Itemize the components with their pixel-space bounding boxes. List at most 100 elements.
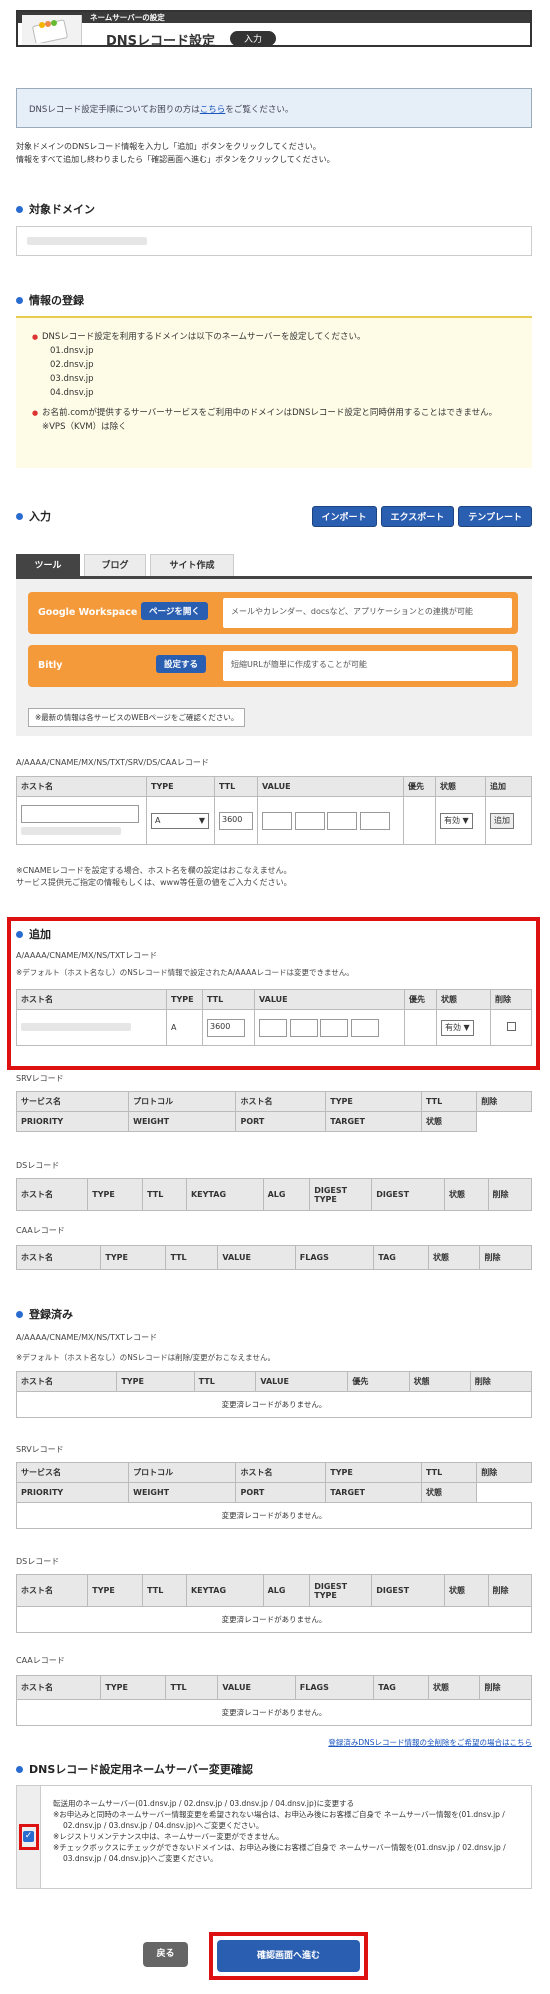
tool-bitly: Bitly 設定する 短縮URLが簡単に作成することが可能 <box>28 645 518 687</box>
ds-col: ホスト名 <box>15 1574 89 1607</box>
bitly-setup-button[interactable]: 設定する <box>156 655 207 673</box>
info-item-note: ※VPS（KVM）は除く <box>42 422 127 432</box>
page-header: ネームサーバーの設定 DNSレコード設定 入力 <box>16 10 532 49</box>
value-input-4[interactable] <box>359 811 390 830</box>
reg-col: ホスト名 <box>15 1371 118 1392</box>
ds-col: ALG <box>262 1178 311 1211</box>
ds-table-registered: ホスト名 TYPE TTL KEYTAG ALG DIGEST TYPE DIGEST 状態削… <box>15 1574 532 1633</box>
value-input-1[interactable] <box>262 811 292 830</box>
value-input-3[interactable] <box>327 811 358 830</box>
added-status-value: 有効 <box>445 1022 461 1032</box>
ds-table: ホスト名 TYPE TTL KEYTAG ALG DIGEST TYPE DIGEST 状態削… <box>15 1178 532 1211</box>
export-button[interactable]: エクスポート <box>380 506 455 527</box>
col-priority: 優先 <box>403 776 436 797</box>
ds-col: 削除 <box>487 1178 532 1211</box>
caa-table-registered: ホスト名 TYPE TTL VALUE FLAGS TAG 状態 削除 変更済レコードがありま… <box>15 1675 532 1726</box>
info-box: DNSレコード設定を利用するドメインは以下のネームサーバーを設定してください。 … <box>16 316 532 468</box>
open-page-button[interactable]: ページを開く <box>141 602 208 620</box>
registered-label: A/AAAA/CNAME/MX/NS/TXTレコード <box>16 1333 158 1342</box>
confirm-text: 転送用のネームサーバー(01.dnsv.jp / 02.dnsv.jp / 03… <box>53 1798 521 1864</box>
caa-col: VALUE <box>217 1675 296 1700</box>
ns-item: 02.dnsv.jp <box>50 360 94 370</box>
srv-col: WEIGHT <box>128 1482 237 1503</box>
delete-checkbox[interactable] <box>506 1022 516 1031</box>
ds-label-registered: DSレコード <box>16 1557 60 1566</box>
caa-col: TTL <box>165 1675 219 1700</box>
caa-col: 状態 <box>427 1675 481 1700</box>
ttl-input[interactable]: 3600 <box>219 811 253 830</box>
added-table: ホスト名 TYPE TTL VALUE 優先 状態 削除 A 3600 有効 ▼ <box>16 989 532 1046</box>
section-registered: 登録済み <box>16 1306 73 1322</box>
tab-blog[interactable]: ブログ <box>84 554 146 576</box>
ds-col: TYPE <box>87 1574 144 1607</box>
registered-table: ホスト名 TYPE TTL VALUE 優先 状態 削除 変更済レコードがありません。 <box>15 1371 533 1418</box>
help-link[interactable]: こちら <box>200 105 226 115</box>
ds-col: DIGEST TYPE <box>309 1574 373 1607</box>
added-note: ※デフォルト（ホスト名なし）のNSレコード情報で設定されたA/AAAAレコードは… <box>16 968 354 977</box>
srv-col: TARGET <box>325 1482 422 1503</box>
import-button[interactable]: インポート <box>311 506 377 527</box>
srv-col: プロトコル <box>128 1091 237 1112</box>
confirm-line: ※レジストリメンテナンス中は、ネームサーバー変更ができません。 <box>53 1832 284 1841</box>
srv-table-registered: サービス名 プロトコル ホスト名 TYPE TTL 削除 PRIORITY WEIGHT PO… <box>15 1462 532 1529</box>
tab-tool[interactable]: ツール <box>16 554 80 576</box>
reg-col: 削除 <box>469 1371 533 1392</box>
caa-label-registered: CAAレコード <box>16 1656 65 1665</box>
col-delete: 削除 <box>490 989 532 1010</box>
col-status: 状態 <box>436 989 491 1010</box>
registered-note: ※デフォルト（ホスト名なし）のNSレコードは削除/変更がおこなえません。 <box>16 1353 275 1362</box>
added-ttl-value: 3600 <box>210 1021 231 1031</box>
caa-col: TTL <box>165 1245 219 1270</box>
srv-col: PRIORITY <box>15 1111 130 1132</box>
tool-panel: Google Workspace ページを開く メールやカレンダー、docsなど… <box>16 576 532 736</box>
entry-note-line: サービス提供元ご指定の情報もしくは、www等任意の値をご入力ください。 <box>16 878 292 887</box>
ns-change-checkbox[interactable]: ✓ <box>23 1831 34 1842</box>
col-add: 追加 <box>485 776 532 797</box>
back-button[interactable]: 戻る <box>143 1942 188 1967</box>
reg-col: TYPE <box>116 1371 195 1392</box>
col-ttl: TTL <box>214 776 258 797</box>
type-select[interactable]: A ▼ <box>151 812 209 829</box>
entry-label: A/AAAA/CNAME/MX/NS/TXT/SRV/DS/CAAレコード <box>16 758 209 767</box>
notice-text: DNSレコード設定手順についてお困りの方は <box>29 105 200 115</box>
added-status-select[interactable]: 有効 ▼ <box>441 1019 474 1036</box>
srv-label-registered: SRVレコード <box>16 1445 64 1454</box>
caa-col: VALUE <box>217 1245 296 1270</box>
ds-col: 状態 <box>444 1574 489 1607</box>
added-ttl-input[interactable]: 3600 <box>207 1018 245 1037</box>
reg-col: TTL <box>193 1371 257 1392</box>
srv-col: TTL <box>420 1462 478 1483</box>
srv-col: 削除 <box>476 1462 532 1483</box>
reg-col: 優先 <box>347 1371 410 1392</box>
confirm-line: ※お申込みと同時のネームサーバー情報変更を希望されない場合は、お申込み後にお客様… <box>53 1810 505 1830</box>
notice-text-suffix: をご覧ください。 <box>225 105 294 115</box>
added-type: A <box>166 1009 203 1046</box>
ns-item: 04.dnsv.jp <box>50 388 94 398</box>
template-button[interactable]: テンプレート <box>458 506 532 527</box>
ds-col: DIGEST TYPE <box>309 1178 373 1211</box>
added-value-input[interactable] <box>289 1018 318 1037</box>
target-domain-field <box>16 226 532 256</box>
delete-all-link[interactable]: 登録済みDNSレコード情報の全削除をご希望の場合はこちら <box>328 1737 532 1748</box>
add-button[interactable]: 追加 <box>490 812 514 829</box>
caa-col: 削除 <box>479 1675 532 1700</box>
empty-row: 変更済レコードがありません。 <box>16 1699 532 1726</box>
host-input[interactable] <box>21 804 139 823</box>
caa-col: TAG <box>373 1675 429 1700</box>
status-select[interactable]: 有効 ▼ <box>440 812 473 829</box>
tool-desc: 短縮URLが簡単に作成することが可能 <box>223 651 512 681</box>
tool-desc: メールやカレンダー、docsなど、アプリケーションとの連携が可能 <box>223 598 512 628</box>
ds-col: DIGEST <box>371 1574 446 1607</box>
confirm-next-button[interactable]: 確認画面へ進む <box>217 1940 360 1972</box>
section-input: 入力 <box>16 508 51 524</box>
tab-site[interactable]: サイト作成 <box>150 554 234 576</box>
value-input-2[interactable] <box>294 811 325 830</box>
added-value-input[interactable] <box>259 1018 287 1037</box>
reg-col: VALUE <box>255 1371 349 1392</box>
added-value-input[interactable] <box>350 1018 379 1037</box>
help-notice: DNSレコード設定手順についてお困りの方はこちらをご覧ください。 <box>16 88 532 128</box>
page-title: DNSレコード設定 <box>106 34 216 49</box>
chevron-down-icon: ▼ <box>198 815 205 825</box>
srv-col: TYPE <box>325 1462 422 1483</box>
added-value-input[interactable] <box>320 1018 349 1037</box>
